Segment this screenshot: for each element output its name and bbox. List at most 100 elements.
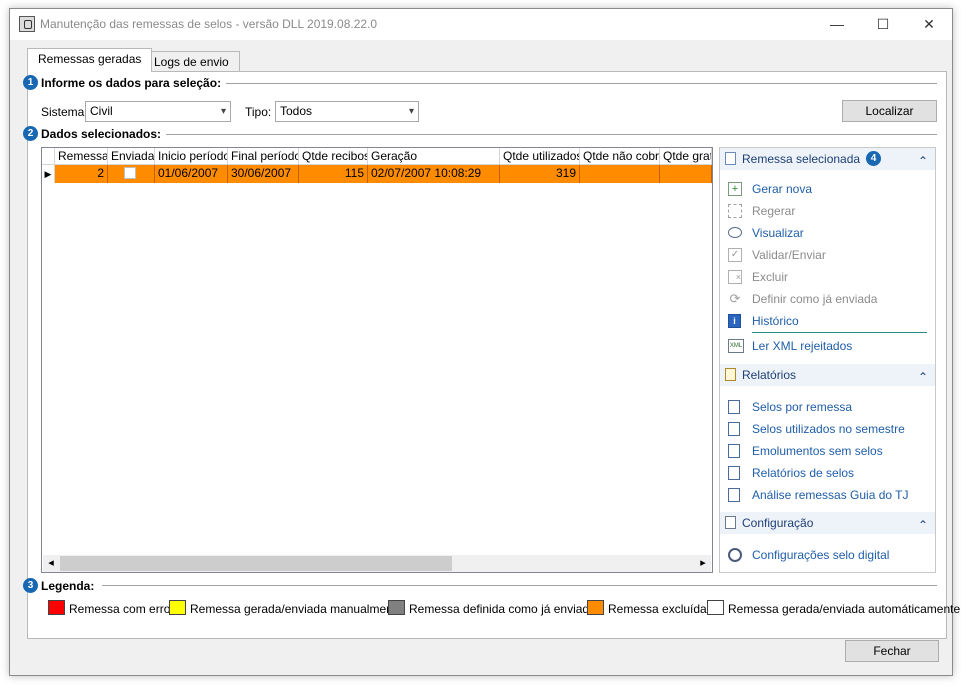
column-header-recibos[interactable]: Qtde recibos	[299, 148, 368, 165]
tipo-label: Tipo:	[245, 105, 272, 119]
wrench-icon	[728, 548, 742, 562]
window-title: Manutenção das remessas de selos - versã…	[40, 17, 378, 31]
data-heading: Dados selecionados:	[41, 127, 162, 141]
fechar-button[interactable]: Fechar	[845, 640, 939, 662]
cell-enviada[interactable]	[108, 165, 155, 183]
check-icon: ✓	[728, 248, 742, 262]
configuracoes-selo-link[interactable]: Configurações selo digital	[752, 548, 889, 562]
relatorios-selos-link[interactable]: Relatórios de selos	[752, 466, 854, 480]
cell-remessa[interactable]: 2	[55, 165, 108, 183]
historico-underline	[752, 332, 927, 333]
cell-gratu[interactable]	[660, 165, 712, 183]
tab-logs-de-envio[interactable]: Logs de envio	[143, 51, 240, 73]
emolumentos-link[interactable]: Emolumentos sem selos	[752, 444, 883, 458]
column-header-geracao[interactable]: Geração	[368, 148, 500, 165]
data-divider	[166, 134, 937, 135]
tab-remessas-geradas[interactable]: Remessas geradas	[27, 48, 153, 72]
validar-enviar-link[interactable]: Validar/Enviar	[752, 248, 826, 262]
configuracao-group-header[interactable]: Configuração ⌃	[720, 512, 935, 534]
tipo-value: Todos	[280, 104, 313, 118]
legend-label-excluida: Remessa excluída	[608, 602, 707, 616]
report-icon	[728, 444, 740, 458]
column-header-remessa[interactable]: Remessa	[55, 148, 108, 165]
cell-utilizados[interactable]: 319	[500, 165, 580, 183]
report-icon	[728, 466, 740, 480]
settings-document-icon	[725, 516, 736, 529]
remessa-group-header[interactable]: Remessa selecionada 4 ⌃	[720, 148, 935, 170]
legend-label-automatica: Remessa gerada/enviada automáticamente	[728, 602, 961, 616]
legend-heading: Legenda:	[41, 579, 95, 593]
collapse-icon[interactable]: ⌃	[918, 150, 928, 172]
regenerate-icon	[728, 204, 742, 218]
regerar-link[interactable]: Regerar	[752, 204, 795, 218]
title-bar: Manutenção das remessas de selos - versã…	[10, 9, 952, 40]
add-document-icon: +	[728, 182, 742, 196]
sistema-select[interactable]: Civil ▾	[85, 101, 231, 122]
close-button[interactable]: ✕	[906, 9, 952, 40]
localizar-button[interactable]: Localizar	[842, 100, 937, 122]
collapse-icon[interactable]: ⌃	[918, 514, 928, 536]
legend-swatch-automatica	[707, 600, 724, 615]
maximize-button[interactable]: ☐	[860, 9, 906, 40]
cell-final[interactable]: 30/06/2007	[228, 165, 299, 183]
clipboard-icon	[725, 368, 736, 381]
cell-inicio[interactable]: 01/06/2007	[155, 165, 228, 183]
remessa-group-title: Remessa selecionada	[742, 152, 861, 166]
gerar-nova-link[interactable]: Gerar nova	[752, 182, 812, 196]
column-header-nao-cobra[interactable]: Qtde não cobra	[580, 148, 660, 165]
step-2-badge: 2	[23, 126, 38, 141]
selos-por-remessa-link[interactable]: Selos por remessa	[752, 400, 852, 414]
legend-swatch-ja-enviada	[388, 600, 405, 615]
collapse-icon[interactable]: ⌃	[918, 366, 928, 388]
horizontal-scrollbar[interactable]: ◂ ▸	[43, 555, 711, 572]
scroll-right-button[interactable]: ▸	[695, 555, 711, 572]
ler-xml-link[interactable]: Ler XML rejeitados	[752, 339, 852, 353]
step-1-badge: 1	[23, 75, 38, 90]
excluir-link[interactable]: Excluir	[752, 270, 788, 284]
scrollbar-thumb[interactable]	[60, 556, 452, 571]
column-header-enviada[interactable]: Enviada	[108, 148, 155, 165]
enviada-checkbox[interactable]	[124, 167, 136, 179]
main-window: Manutenção das remessas de selos - versã…	[9, 8, 960, 676]
cell-geracao[interactable]: 02/07/2007 10:08:29	[368, 165, 500, 183]
minimize-button[interactable]: —	[814, 9, 860, 40]
analise-remessas-link[interactable]: Análise remessas Guia do TJ	[752, 488, 909, 502]
column-header-utilizados[interactable]: Qtde utilizados	[500, 148, 580, 165]
legend-label-erro: Remessa com erro	[69, 602, 171, 616]
document-icon	[725, 152, 736, 165]
xml-file-icon: XML	[728, 339, 744, 353]
legend-swatch-manual	[169, 600, 186, 615]
remessas-grid[interactable]: Remessa Enviada Inicio período Final per…	[41, 147, 713, 573]
relatorios-group-header[interactable]: Relatórios ⌃	[720, 364, 935, 386]
refresh-icon: ⟳	[729, 291, 741, 306]
historico-link[interactable]: Histórico	[752, 314, 799, 328]
legend-label-manual: Remessa gerada/enviada manualmente	[190, 602, 403, 616]
visualizar-link[interactable]: Visualizar	[752, 226, 804, 240]
legend-swatch-erro	[48, 600, 65, 615]
selos-utilizados-link[interactable]: Selos utilizados no semestre	[752, 422, 905, 436]
column-header-final[interactable]: Final período	[228, 148, 299, 165]
row-selector-header	[42, 148, 55, 165]
filters-divider	[226, 83, 937, 84]
cell-nao-cobra[interactable]	[580, 165, 660, 183]
column-header-gratu[interactable]: Qtde gratu	[660, 148, 712, 165]
column-header-inicio[interactable]: Inicio período	[155, 148, 228, 165]
scroll-left-button[interactable]: ◂	[43, 555, 59, 572]
filters-heading: Informe os dados para seleção:	[41, 76, 222, 90]
delete-document-icon: ×	[728, 270, 742, 284]
sistema-value: Civil	[90, 104, 113, 118]
step-4-badge: 4	[866, 151, 881, 166]
sistema-label: Sistema:	[41, 105, 88, 119]
report-icon	[728, 488, 740, 502]
report-icon	[728, 400, 740, 414]
relatorios-group-title: Relatórios	[742, 368, 797, 382]
legend-swatch-excluida	[587, 600, 604, 615]
legend-divider	[102, 585, 937, 586]
app-lock-icon	[19, 16, 35, 32]
report-icon	[728, 422, 740, 436]
cell-recibos[interactable]: 115	[299, 165, 368, 183]
tipo-select[interactable]: Todos ▾	[275, 101, 419, 122]
chevron-down-icon: ▾	[220, 106, 226, 117]
chevron-down-icon: ▾	[408, 106, 414, 117]
definir-enviada-link[interactable]: Definir como já enviada	[752, 292, 877, 306]
